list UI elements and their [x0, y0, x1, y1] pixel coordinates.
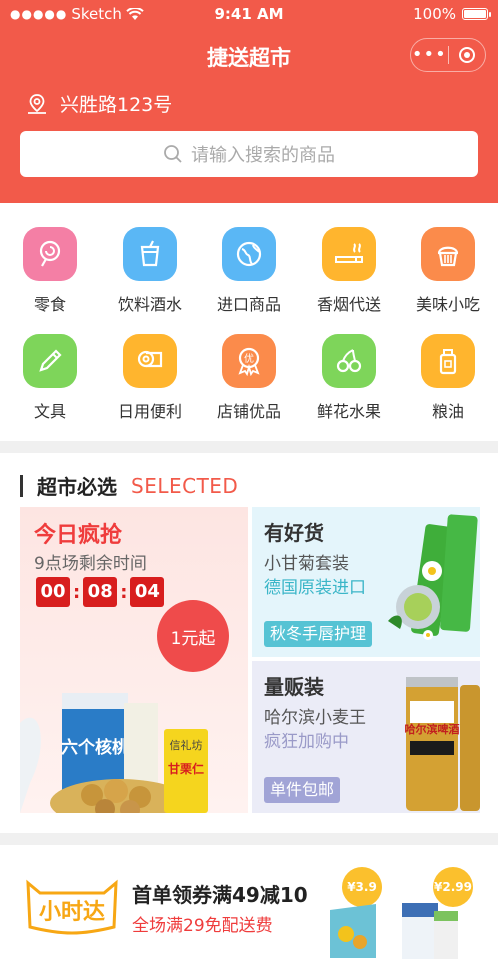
svg-text:优: 优 — [244, 352, 254, 365]
category-label: 饮料酒水 — [117, 295, 182, 314]
category-label: 店铺优品 — [216, 402, 281, 421]
category-grid: 零食 饮料酒水 进口商品 香烟代送 美味小吃 文具 日用便利 优 店铺优品 鲜花… — [0, 203, 498, 441]
pencil-icon — [23, 334, 77, 388]
category-label: 美味小吃 — [415, 295, 480, 314]
countdown-hours: 00 — [36, 577, 70, 607]
flash-sale-card[interactable]: 今日疯抢 9点场剩余时间 00 : 08 : 04 1元起 六个核桃 信礼坊 甘… — [20, 507, 248, 813]
location-pin-icon — [28, 93, 46, 114]
section-marker — [20, 474, 23, 497]
flash-title: 今日疯抢 — [34, 523, 123, 548]
cupcake-icon — [421, 227, 475, 281]
oil-bottle-icon — [421, 334, 475, 388]
card-tag: 单件包邮 — [264, 777, 341, 803]
card-title: 有好货 — [264, 521, 324, 545]
battery-percent: 100% — [413, 5, 456, 23]
card-tag: 秋冬手唇护理 — [264, 621, 373, 647]
category-cigarettes[interactable]: 香烟代送 — [304, 227, 394, 315]
walnut-drink-product-image: 六个核桃 信礼坊 甘栗仁 — [20, 693, 208, 813]
category-imports[interactable]: 进口商品 — [204, 227, 294, 315]
header: ●●●●● Sketch 9:41 AM 100% 捷送超市 ••• 兴胜路12… — [0, 0, 498, 203]
status-bar: ●●●●● Sketch 9:41 AM 100% — [0, 0, 498, 26]
logo-text: 小时达 — [39, 900, 105, 925]
category-label: 粮油 — [431, 402, 464, 421]
category-snack-food[interactable]: 美味小吃 — [403, 227, 493, 315]
more-button[interactable]: ••• — [411, 39, 448, 71]
category-label: 日用便利 — [117, 402, 182, 421]
address-label: 兴胜路123号 — [60, 94, 173, 116]
medal-icon: 优 — [222, 334, 276, 388]
card-line1: 小甘菊套装 — [264, 554, 349, 574]
bag-brand: 信礼坊 — [170, 738, 203, 752]
nav-bar: 捷送超市 ••• — [0, 36, 498, 76]
cigarette-icon — [322, 227, 376, 281]
promo-title: 首单领券满49减10 — [132, 883, 308, 907]
hand-cream-product-image — [388, 514, 478, 640]
section-header: 超市必选 SELECTED — [20, 471, 238, 500]
tissue-roll-icon — [123, 334, 177, 388]
battery-icon — [462, 8, 491, 20]
can-label: 六个核桃 — [61, 737, 129, 758]
mini-program-capsule: ••• — [410, 38, 486, 72]
section-title: 超市必选 — [37, 475, 117, 499]
location-bar[interactable]: 兴胜路123号 — [26, 90, 172, 117]
beer-can-product-image: 哈尔滨啤酒 — [405, 677, 480, 811]
globe-icon — [222, 227, 276, 281]
card-line2: 德国原装进口 — [264, 578, 366, 598]
bag-label: 甘栗仁 — [168, 761, 204, 776]
search-icon — [164, 145, 182, 163]
selected-section: 超市必选 SELECTED 今日疯抢 9点场剩余时间 00 : 08 : 04 … — [0, 453, 498, 833]
flash-subtitle: 9点场剩余时间 — [34, 554, 147, 574]
bulk-pack-card[interactable]: 量贩装 哈尔滨小麦王 疯狂加购中 单件包邮 哈尔滨啤酒 — [252, 661, 480, 813]
cherry-icon — [322, 334, 376, 388]
card-line2: 疯狂加购中 — [264, 732, 349, 752]
promo-banner[interactable]: 小时达 首单领券满49减10 全场满29免配送费 ¥3.9 ¥2.99 — [0, 845, 498, 960]
milk-product-image — [402, 903, 458, 959]
section-subtitle: SELECTED — [131, 473, 239, 498]
beer-label: 哈尔滨啤酒 — [405, 722, 460, 736]
category-label: 文具 — [33, 402, 66, 421]
close-button[interactable] — [448, 47, 485, 63]
drink-cup-icon — [123, 227, 177, 281]
search-input[interactable]: 请输入搜索的商品 — [20, 131, 478, 177]
promo-subtitle: 全场满29免配送费 — [132, 916, 273, 936]
card-title: 量贩装 — [264, 675, 324, 699]
search-placeholder: 请输入搜索的商品 — [191, 145, 335, 166]
snack-product-image — [330, 904, 376, 958]
category-label: 香烟代送 — [316, 295, 381, 314]
card-line1: 哈尔滨小麦王 — [264, 708, 366, 728]
price-badge: 1元起 — [157, 600, 229, 672]
countdown-timer: 00 : 08 : 04 — [36, 577, 165, 607]
category-fruits-flowers[interactable]: 鲜花水果 — [304, 334, 394, 422]
category-label: 零食 — [33, 295, 66, 314]
category-shop-picks[interactable]: 优 店铺优品 — [204, 334, 294, 422]
close-circle-icon — [458, 47, 475, 63]
category-label: 鲜花水果 — [316, 402, 381, 421]
category-label: 进口商品 — [216, 295, 281, 314]
good-goods-card[interactable]: 有好货 小甘菊套装 德国原装进口 秋冬手唇护理 — [252, 507, 480, 657]
countdown-seconds: 04 — [130, 577, 165, 607]
category-stationery[interactable]: 文具 — [5, 334, 95, 422]
category-grain-oil[interactable]: 粮油 — [403, 334, 493, 422]
countdown-minutes: 08 — [83, 577, 118, 607]
lollipop-icon — [23, 227, 77, 281]
category-daily-use[interactable]: 日用便利 — [105, 334, 195, 422]
hour-delivery-logo: 小时达 — [26, 879, 118, 935]
category-drinks[interactable]: 饮料酒水 — [105, 227, 195, 315]
category-snacks[interactable]: 零食 — [5, 227, 95, 315]
